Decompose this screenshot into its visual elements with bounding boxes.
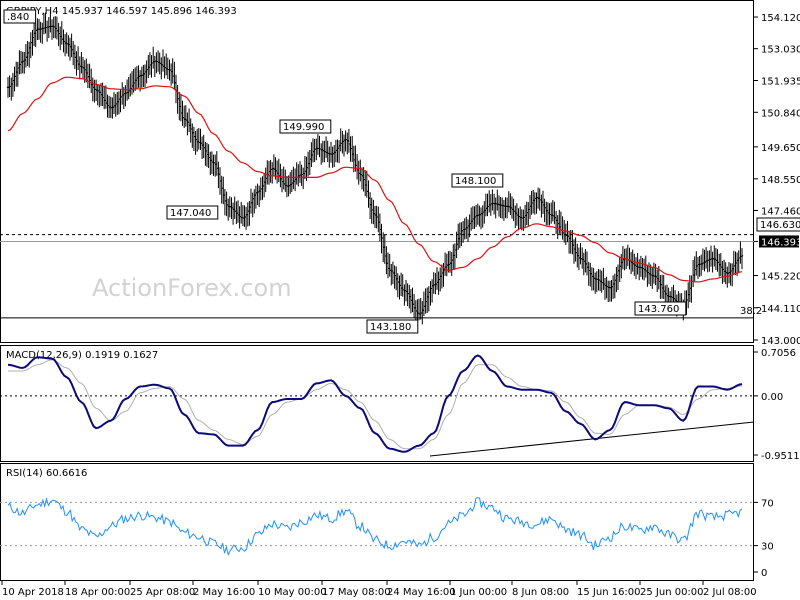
swing-high-label: 148.100: [455, 176, 496, 187]
x-tick-label: 8 Jun 08:00: [512, 587, 569, 598]
resistance-label: 146.630: [760, 220, 800, 231]
x-tick-label: 10 May 00:00: [258, 587, 327, 598]
rsi-tick-label: 70: [761, 498, 774, 509]
macd-tick-label: -0.9511: [761, 451, 800, 462]
price-tick-label: 145.220: [761, 272, 800, 283]
price-tick-label: 151.935: [761, 76, 800, 87]
sma-line: [7, 76, 743, 283]
swing-low-label: 143.180: [370, 322, 411, 333]
moving-average: [7, 76, 743, 283]
macd-tick-label: 0.7056: [761, 348, 796, 359]
macd-line: [7, 354, 743, 453]
x-tick-label: 15 Jun 16:00: [577, 587, 641, 598]
rsi-tick-label: 0: [761, 568, 767, 579]
x-axis: 10 Apr 2018 18 Apr 00:00 25 Apr 08:002 May…: [1, 581, 757, 598]
chart-svg: ActionForex.com GBPJPY,H4 145.937 146.59…: [0, 0, 800, 598]
price-tick-label: 147.460: [761, 206, 800, 217]
price-tick-label: 150.840: [761, 108, 800, 119]
rsi-line: [7, 496, 743, 557]
price-tick-label: 148.550: [761, 175, 800, 186]
macd-title: MACD(12,26,9) 0.1919 0.1627: [6, 350, 158, 361]
x-tick-label: 1 Jun 00:00: [450, 587, 507, 598]
macd-axis: 0.7056 0.00 -0.9511: [754, 348, 800, 462]
macd-tick-label: 0.00: [761, 392, 783, 403]
swing-high-label: .840: [7, 12, 29, 23]
price-tick-label: 143.000: [761, 336, 800, 347]
price-tick-label: 144.110: [761, 304, 800, 315]
macd-panel-frame: [0, 345, 754, 462]
rsi-tick-label: 30: [761, 542, 774, 553]
watermark: ActionForex.com: [92, 274, 292, 302]
macd-lines: [7, 354, 743, 453]
rsi-lines: [7, 496, 743, 557]
x-tick-label: 17 May 08:00: [322, 587, 391, 598]
price-tick-label: 146.393: [761, 237, 800, 248]
swing-high-label: 149.990: [283, 122, 324, 133]
x-tick-label: 25 Apr 08:00: [130, 587, 195, 598]
symbol-header: GBPJPY,H4 145.937 146.597 145.896 146.39…: [6, 6, 237, 17]
fib-label: 38.2: [740, 306, 762, 317]
price-tick-label: 154.120: [761, 13, 800, 24]
price-tick-label: 149.650: [761, 143, 800, 154]
x-tick-label: 2 May 16:00: [193, 587, 255, 598]
rsi-title: RSI(14) 60.6616: [6, 468, 87, 479]
x-tick-label: 25 Jun 00:00: [640, 587, 704, 598]
x-tick-label: 10 Apr 2018: [2, 587, 64, 598]
x-tick-label: 18 Apr 00:00: [65, 587, 130, 598]
price-tick-label: 153.030: [761, 45, 800, 56]
price-axis: 154.120 153.030 151.935 150.840 149.650 148.5…: [754, 13, 800, 347]
swing-low-label: 147.040: [170, 208, 211, 219]
x-tick-label: 24 May 16:00: [387, 587, 456, 598]
rsi-axis: 70 30 0: [754, 498, 774, 579]
swing-low-label: 143.760: [638, 304, 679, 315]
rsi-panel-frame: [0, 463, 754, 581]
macd-trendline: [429, 421, 755, 457]
x-tick-label: 2 Jul 08:00: [703, 587, 757, 598]
